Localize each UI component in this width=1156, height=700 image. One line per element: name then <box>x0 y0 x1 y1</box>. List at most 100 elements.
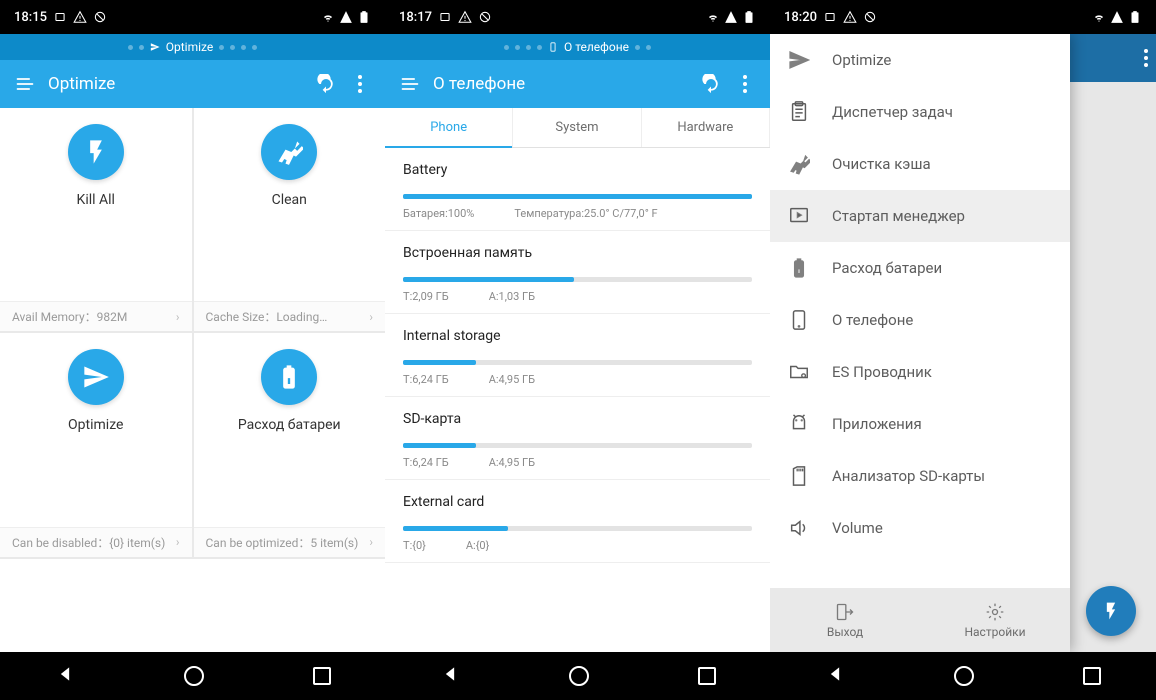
nav-back[interactable] <box>825 664 845 688</box>
broom-icon <box>788 153 810 175</box>
usage-meter <box>403 277 752 282</box>
tab-system[interactable]: System <box>513 108 641 147</box>
system-nav-bar <box>385 652 770 700</box>
exit-icon <box>835 602 855 622</box>
usage-meter <box>403 360 752 365</box>
optimize-grid: Kill All Avail Memory：982M› Clean Cache … <box>0 108 385 652</box>
grid-empty <box>0 559 385 652</box>
meter-right: A:4,95 ГБ <box>489 456 535 469</box>
sd-icon <box>788 465 810 487</box>
wifi-icon <box>321 10 335 24</box>
drawer-item-clipboard[interactable]: Диспетчер задач <box>770 86 1070 138</box>
appbar-title: Optimize <box>48 74 309 94</box>
drawer-toggle[interactable] <box>8 60 42 108</box>
cell-icon <box>1110 10 1124 24</box>
pager-strip[interactable]: О телефоне <box>385 34 770 60</box>
tile-footer[interactable]: Can be disabled：{0} item(s)› <box>0 527 192 557</box>
tile-label: Clean <box>272 192 307 208</box>
status-warn-icon <box>73 10 87 24</box>
wifi-icon <box>706 10 720 24</box>
tile-battery[interactable]: Расход батареи Can be optimized：5 item(s… <box>194 333 386 556</box>
tile-footer[interactable]: Can be optimized：5 item(s)› <box>194 527 386 557</box>
nav-recents[interactable] <box>1083 667 1101 685</box>
drawer-item-label: Расход батареи <box>832 259 942 277</box>
phone-icon <box>788 309 810 331</box>
pager-strip[interactable]: Optimize <box>0 34 385 60</box>
section-title: Internal storage <box>403 328 752 344</box>
status-warn-icon <box>458 10 472 24</box>
nav-recents[interactable] <box>313 667 331 685</box>
bolt-icon <box>68 124 124 180</box>
screen-drawer: 18:20 Optimize Диспетчер задач Очистка кэш… <box>770 0 1156 700</box>
tile-footer[interactable]: Cache Size：Loading…› <box>194 301 386 331</box>
nav-home[interactable] <box>954 666 974 686</box>
usage-meter <box>403 194 752 199</box>
android-icon <box>788 413 810 435</box>
appbar-title: О телефоне <box>433 74 694 94</box>
status-block-icon <box>863 10 877 24</box>
drawer-backdrop[interactable]: Optimize Диспетчер задач Очистка кэша Старт… <box>770 34 1156 652</box>
overflow-button[interactable] <box>343 60 377 108</box>
drawer-item-phone[interactable]: О телефоне <box>770 294 1070 346</box>
tab-phone[interactable]: Phone <box>385 108 513 147</box>
tile-label: Optimize <box>68 417 123 433</box>
send-icon <box>68 349 124 405</box>
tile-kill-all[interactable]: Kill All Avail Memory：982M› <box>0 108 192 331</box>
nav-recents[interactable] <box>698 667 716 685</box>
wifi-icon <box>1092 10 1106 24</box>
section-title: External card <box>403 494 752 510</box>
status-rect-icon <box>438 10 452 24</box>
meter-left: T:{0} <box>403 539 426 552</box>
app-bar: О телефоне <box>385 60 770 108</box>
tab-hardware[interactable]: Hardware <box>642 108 770 147</box>
drawer-item-broom[interactable]: Очистка кэша <box>770 138 1070 190</box>
drawer-bottom-bar: Выход Настройки <box>770 588 1070 652</box>
meter-right: A:4,95 ГБ <box>489 373 535 386</box>
drawer-item-volume[interactable]: Volume <box>770 502 1070 554</box>
fab-optimize[interactable] <box>1086 586 1136 636</box>
drawer-item-send[interactable]: Optimize <box>770 34 1070 86</box>
battery-icon <box>1128 10 1142 24</box>
folder-icon <box>788 361 810 383</box>
nav-back[interactable] <box>440 664 460 688</box>
drawer-item-folder[interactable]: ES Проводник <box>770 346 1070 398</box>
drawer-item-startup[interactable]: Стартап менеджер <box>770 190 1070 242</box>
drawer-item-label: Анализатор SD-карты <box>832 467 985 485</box>
tile-clean[interactable]: Clean Cache Size：Loading…› <box>194 108 386 331</box>
nav-home[interactable] <box>569 666 589 686</box>
about-section-list[interactable]: Battery Батарея:100%Температура:25.0° C/… <box>385 148 770 652</box>
drawer-settings-button[interactable]: Настройки <box>920 588 1070 652</box>
nav-drawer: Optimize Диспетчер задач Очистка кэша Старт… <box>770 34 1070 652</box>
drawer-item-sd[interactable]: Анализатор SD-карты <box>770 450 1070 502</box>
drawer-toggle[interactable] <box>393 60 427 108</box>
drawer-item-list[interactable]: Optimize Диспетчер задач Очистка кэша Старт… <box>770 34 1070 588</box>
about-section: Internal storage T:6,24 ГБA:4,95 ГБ <box>385 314 770 397</box>
battery-icon <box>357 10 371 24</box>
refresh-button[interactable] <box>309 60 343 108</box>
drawer-item-label: Optimize <box>832 51 891 69</box>
cell-icon <box>339 10 353 24</box>
drawer-item-android[interactable]: Приложения <box>770 398 1070 450</box>
status-time: 18:20 <box>784 10 817 25</box>
tile-footer[interactable]: Avail Memory：982M› <box>0 301 192 331</box>
overflow-button[interactable] <box>728 60 762 108</box>
drawer-item-label: Очистка кэша <box>832 155 931 173</box>
drawer-item-battery[interactable]: Расход батареи <box>770 242 1070 294</box>
drawer-exit-button[interactable]: Выход <box>770 588 920 652</box>
section-title: SD-карта <box>403 411 752 427</box>
tile-optimize[interactable]: Optimize Can be disabled：{0} item(s)› <box>0 333 192 556</box>
meter-left: T:2,09 ГБ <box>403 290 449 303</box>
nav-back[interactable] <box>55 664 75 688</box>
tile-label: Kill All <box>77 192 115 208</box>
about-section: External card T:{0}A:{0} <box>385 480 770 563</box>
startup-icon <box>788 205 810 227</box>
status-bar: 18:17 <box>385 0 770 34</box>
nav-home[interactable] <box>184 666 204 686</box>
overflow-button[interactable] <box>1144 49 1148 67</box>
system-nav-bar <box>0 652 385 700</box>
refresh-button[interactable] <box>694 60 728 108</box>
status-time: 18:15 <box>14 10 47 25</box>
meter-left: T:6,24 ГБ <box>403 456 449 469</box>
status-block-icon <box>478 10 492 24</box>
drawer-item-label: Стартап менеджер <box>832 207 965 225</box>
